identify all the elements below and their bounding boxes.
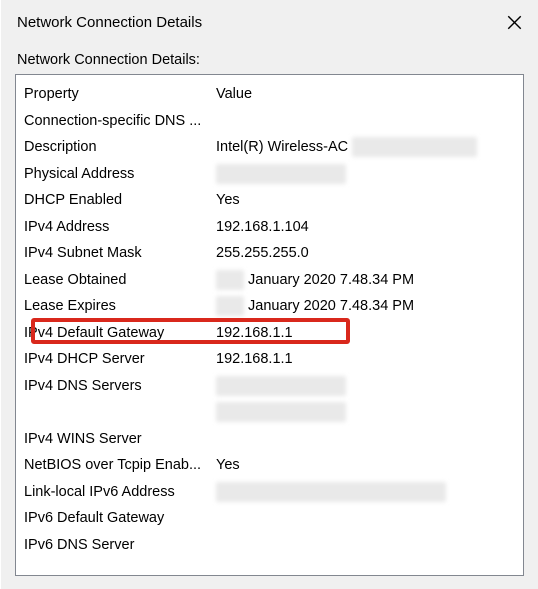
value-cell: Yes <box>216 192 523 208</box>
network-connection-details-window: Network Connection Details Network Conne… <box>0 0 538 589</box>
table-row: IPv4 Address192.168.1.104 <box>16 214 523 241</box>
table-row: IPv4 WINS Server <box>16 426 523 453</box>
header-value: Value <box>216 86 523 102</box>
property-cell: Description <box>24 139 216 155</box>
table-row: NetBIOS over Tcpip Enab...Yes <box>16 452 523 479</box>
redacted-segment <box>216 270 244 290</box>
table-row: Lease Expires January 2020 7.48.34 PM <box>16 293 523 320</box>
close-icon <box>507 15 522 30</box>
redacted-segment <box>216 402 346 422</box>
property-cell: Link-local IPv6 Address <box>24 484 216 500</box>
redacted-segment <box>216 482 446 502</box>
table-row: Lease Obtained January 2020 7.48.34 PM <box>16 267 523 294</box>
titlebar: Network Connection Details <box>1 0 538 44</box>
table-row: Link-local IPv6 Address <box>16 479 523 506</box>
table-row: Physical Address <box>16 161 523 188</box>
table-row: IPv6 DNS Server <box>16 532 523 559</box>
value-cell <box>216 376 523 396</box>
header-property: Property <box>24 86 216 102</box>
value-text: January 2020 7.48.34 PM <box>248 272 414 288</box>
property-cell: IPv6 DNS Server <box>24 537 216 553</box>
value-text: Yes <box>216 457 240 473</box>
value-cell: 255.255.255.0 <box>216 245 523 261</box>
property-cell: Connection-specific DNS ... <box>24 113 216 129</box>
value-cell <box>216 482 523 502</box>
redacted-segment <box>216 164 346 184</box>
table-row: IPv4 DHCP Server192.168.1.1 <box>16 346 523 373</box>
property-cell: IPv4 Subnet Mask <box>24 245 216 261</box>
table-row: DescriptionIntel(R) Wireless-AC <box>16 134 523 161</box>
value-cell: Intel(R) Wireless-AC <box>216 137 523 157</box>
details-subtitle: Network Connection Details: <box>1 44 538 74</box>
property-cell: IPv4 DNS Servers <box>24 378 216 394</box>
value-text: Yes <box>216 192 240 208</box>
property-cell: Lease Obtained <box>24 272 216 288</box>
value-cell: 192.168.1.104 <box>216 219 523 235</box>
value-text: 192.168.1.1 <box>216 351 293 367</box>
window-title: Network Connection Details <box>17 14 202 31</box>
property-cell: IPv6 Default Gateway <box>24 510 216 526</box>
table-row: IPv4 Subnet Mask255.255.255.0 <box>16 240 523 267</box>
property-cell: IPv4 DHCP Server <box>24 351 216 367</box>
value-cell <box>216 164 523 184</box>
property-cell: NetBIOS over Tcpip Enab... <box>24 457 216 473</box>
value-text: 192.168.1.104 <box>216 219 309 235</box>
value-text: Intel(R) Wireless-AC <box>216 139 348 155</box>
table-row: Connection-specific DNS ... <box>16 108 523 135</box>
property-cell: Lease Expires <box>24 298 216 314</box>
value-text: 255.255.255.0 <box>216 245 309 261</box>
property-cell: DHCP Enabled <box>24 192 216 208</box>
value-text: 192.168.1.1 <box>216 325 293 341</box>
property-cell: Physical Address <box>24 166 216 182</box>
header-row: Property Value <box>16 81 523 108</box>
value-cell: January 2020 7.48.34 PM <box>216 296 523 316</box>
table-row: DHCP EnabledYes <box>16 187 523 214</box>
details-panel: Property Value Connection-specific DNS .… <box>15 74 524 576</box>
property-cell: IPv4 WINS Server <box>24 431 216 447</box>
redacted-segment <box>216 296 244 316</box>
redacted-segment <box>216 376 346 396</box>
table-row: IPv4 DNS Servers <box>16 373 523 400</box>
property-cell: IPv4 Address <box>24 219 216 235</box>
close-button[interactable] <box>490 0 538 44</box>
redacted-segment <box>352 137 477 157</box>
value-cell: Yes <box>216 457 523 473</box>
table-row: IPv6 Default Gateway <box>16 505 523 532</box>
table-row: IPv4 Default Gateway192.168.1.1 <box>16 320 523 347</box>
value-cell: 192.168.1.1 <box>216 351 523 367</box>
table-row <box>16 399 523 426</box>
value-cell <box>216 402 523 422</box>
value-cell: 192.168.1.1 <box>216 325 523 341</box>
value-text: January 2020 7.48.34 PM <box>248 298 414 314</box>
property-cell: IPv4 Default Gateway <box>24 325 216 341</box>
value-cell: January 2020 7.48.34 PM <box>216 270 523 290</box>
